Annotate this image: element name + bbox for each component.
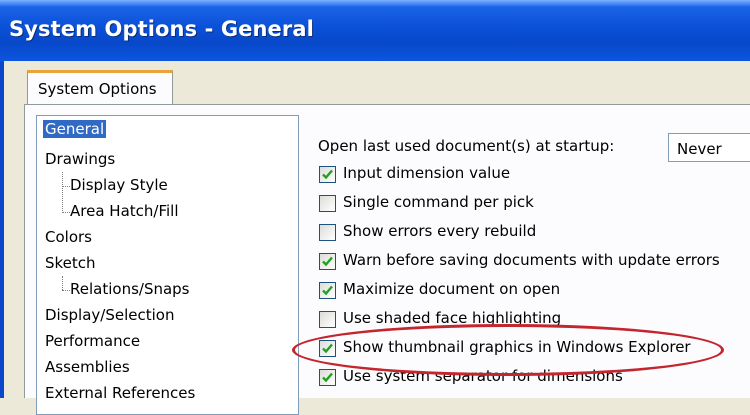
tab-divider — [24, 104, 750, 105]
checkmark-icon — [322, 372, 333, 383]
tree-item-sketch[interactable]: Sketch — [45, 254, 96, 272]
tree-item-drawings[interactable]: Drawings — [45, 150, 115, 168]
tree-connector — [62, 212, 70, 213]
tree-item-performance[interactable]: Performance — [45, 332, 140, 350]
tree-connector — [62, 276, 63, 290]
startup-select[interactable]: Never — [668, 133, 750, 162]
tree-item-relations-snaps[interactable]: Relations/Snaps — [70, 280, 190, 298]
option-checkbox[interactable] — [319, 166, 336, 183]
option-checkbox[interactable] — [319, 369, 336, 386]
options-tree[interactable]: General Drawings Display Style Area Hatc… — [36, 115, 299, 415]
checkmark-icon — [322, 285, 333, 296]
option-checkbox[interactable] — [319, 311, 336, 328]
tab-system-options[interactable]: System Options — [27, 70, 173, 105]
tree-connector — [62, 172, 63, 213]
tree-connector — [62, 290, 70, 291]
title-bar-shine — [0, 0, 750, 6]
option-checkbox[interactable] — [319, 282, 336, 299]
highlight-ellipse — [292, 324, 724, 376]
tree-item-area-hatch-fill[interactable]: Area Hatch/Fill — [70, 202, 179, 220]
checkmark-icon — [322, 169, 333, 180]
option-label: Show errors every rebuild — [343, 222, 537, 240]
tree-item-assemblies[interactable]: Assemblies — [45, 358, 130, 376]
checkmark-icon — [322, 256, 333, 267]
option-checkbox[interactable] — [319, 195, 336, 212]
tab-label: System Options — [38, 80, 157, 98]
option-checkbox[interactable] — [319, 253, 336, 270]
option-checkbox[interactable] — [319, 224, 336, 241]
tree-item-display-style[interactable]: Display Style — [70, 176, 168, 194]
startup-label: Open last used document(s) at startup: — [318, 137, 615, 155]
option-label: Single command per pick — [343, 193, 534, 211]
startup-select-value: Never — [677, 140, 722, 158]
tree-connector — [62, 186, 70, 187]
tree-item-general[interactable]: General — [43, 120, 107, 138]
tree-item-display-selection[interactable]: Display/Selection — [45, 306, 174, 324]
window-title: System Options - General — [9, 17, 314, 41]
tree-item-external-references[interactable]: External References — [45, 384, 195, 402]
option-label: Input dimension value — [343, 164, 511, 182]
tree-item-colors[interactable]: Colors — [45, 228, 92, 246]
option-label: Warn before saving documents with update… — [343, 251, 720, 269]
window-frame-left — [0, 61, 4, 398]
title-bar[interactable]: System Options - General — [0, 0, 750, 61]
option-label: Maximize document on open — [343, 280, 561, 298]
